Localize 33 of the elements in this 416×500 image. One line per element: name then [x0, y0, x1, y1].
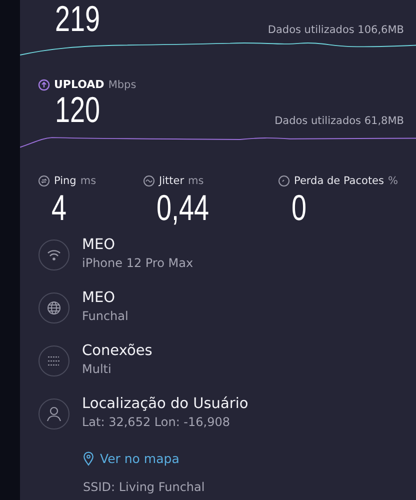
- wifi-icon: [38, 239, 70, 271]
- upload-unit: Mbps: [108, 78, 136, 90]
- detail-title: MEO: [82, 237, 116, 253]
- upload-arrow-icon: [38, 78, 50, 90]
- data-used-text: Dados utilizados 61,8MB: [274, 115, 404, 127]
- user-icon: [38, 398, 70, 430]
- metric-value: 4: [50, 189, 68, 227]
- metric-label: Ping: [54, 175, 76, 187]
- detail-subtitle: Lat: 32,652 Lon: -16,908: [82, 415, 232, 429]
- metric-value: 0: [290, 189, 308, 227]
- upload-label: UPLOAD: [54, 78, 104, 91]
- detail-title: Conexões: [82, 343, 152, 359]
- detail-title: Localização do Usuário: [82, 396, 248, 412]
- upload-speed: 120: [55, 91, 100, 129]
- detail-subtitle: iPhone 12 Pro Max: [82, 256, 194, 270]
- metric-label: Jitter: [159, 175, 184, 187]
- metric-unit: %: [388, 175, 398, 187]
- metric-value: 0,44: [156, 189, 210, 227]
- metric-label: Perda de Pacotes: [294, 175, 384, 187]
- packet-loss-icon: [278, 175, 290, 187]
- ping-icon: [38, 175, 50, 187]
- ssid-text: SSID: Living Funchal: [83, 480, 206, 494]
- globe-icon: [38, 292, 70, 324]
- metric-unit: ms: [188, 175, 204, 187]
- jitter-icon: [143, 175, 155, 187]
- map-link[interactable]: Ver no mapa: [83, 451, 180, 466]
- data-used-text: Dados utilizados 106,6MB: [268, 24, 404, 36]
- detail-subtitle: Funchal: [82, 309, 128, 323]
- detail-subtitle: Multi: [82, 362, 112, 376]
- location-pin-icon: [83, 451, 94, 466]
- download-speed: 219: [55, 0, 100, 38]
- detail-title: MEO: [82, 290, 116, 306]
- metric-unit: ms: [80, 175, 96, 187]
